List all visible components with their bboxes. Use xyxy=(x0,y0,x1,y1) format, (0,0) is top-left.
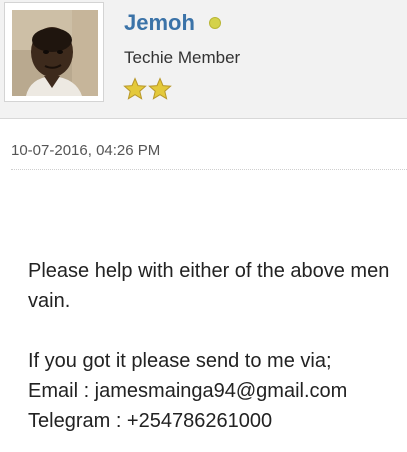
avatar-frame xyxy=(4,2,104,102)
rank-star-icon xyxy=(123,77,147,100)
post-body-telegram-line: Telegram : +254786261000 xyxy=(28,410,273,432)
post-body-line: vain. xyxy=(28,290,71,312)
online-status-icon xyxy=(209,17,221,29)
post-body-line: Please help with either of the above men xyxy=(28,260,390,282)
forum-post: Jemoh Techie Member 10-07-2016, 04:26 PM… xyxy=(0,0,407,452)
avatar[interactable] xyxy=(12,10,98,96)
post-body-email-line: Email : jamesmainga94@gmail.com xyxy=(28,380,348,402)
rank-stars xyxy=(123,77,172,103)
post-body: Please help with either of the above men… xyxy=(28,256,407,436)
author-user-title: Techie Member xyxy=(124,48,241,67)
post-body-line: If you got it please send to me via; xyxy=(28,350,332,372)
author-username-link[interactable]: Jemoh xyxy=(124,10,195,36)
post-author-header: Jemoh Techie Member xyxy=(0,0,407,119)
rank-star-icon xyxy=(148,77,172,100)
avatar-photo xyxy=(12,10,98,96)
date-divider xyxy=(11,169,407,170)
post-date: 10-07-2016, 04:26 PM xyxy=(11,142,161,159)
